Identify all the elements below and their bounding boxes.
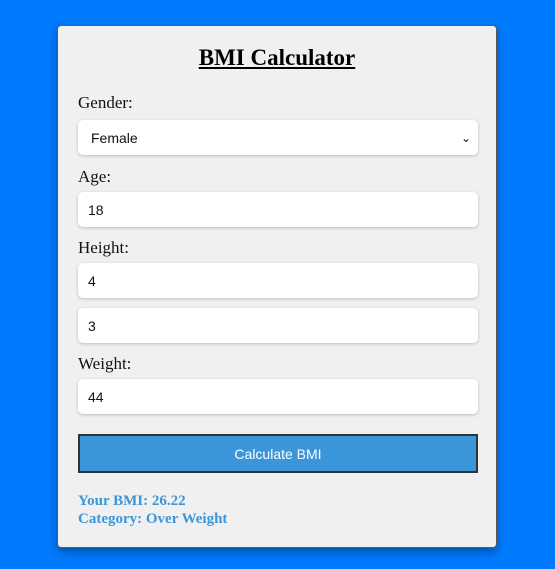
- age-input[interactable]: 18: [78, 192, 478, 227]
- calculate-bmi-button[interactable]: Calculate BMI: [78, 434, 478, 473]
- gender-label: Gender:: [78, 93, 133, 112]
- chevron-down-icon: ⌄: [460, 130, 471, 145]
- gender-selected-value: Female: [91, 129, 138, 146]
- weight-label: Weight:: [78, 354, 132, 373]
- page-title: BMI Calculator: [198, 45, 356, 70]
- height-label: Height:: [78, 238, 129, 257]
- bmi-calculator-card: BMI Calculator Gender: Female ⌄ Age: 18 …: [57, 25, 497, 548]
- gender-select[interactable]: Female ⌄: [78, 120, 478, 155]
- bmi-result: Your BMI: 26.22: [78, 493, 186, 509]
- weight-input[interactable]: 44: [78, 379, 478, 414]
- height-feet-input[interactable]: 4: [78, 263, 478, 298]
- height-inches-input[interactable]: 3: [78, 308, 478, 343]
- age-label: Age:: [78, 167, 112, 186]
- bmi-category: Category: Over Weight: [78, 511, 228, 527]
